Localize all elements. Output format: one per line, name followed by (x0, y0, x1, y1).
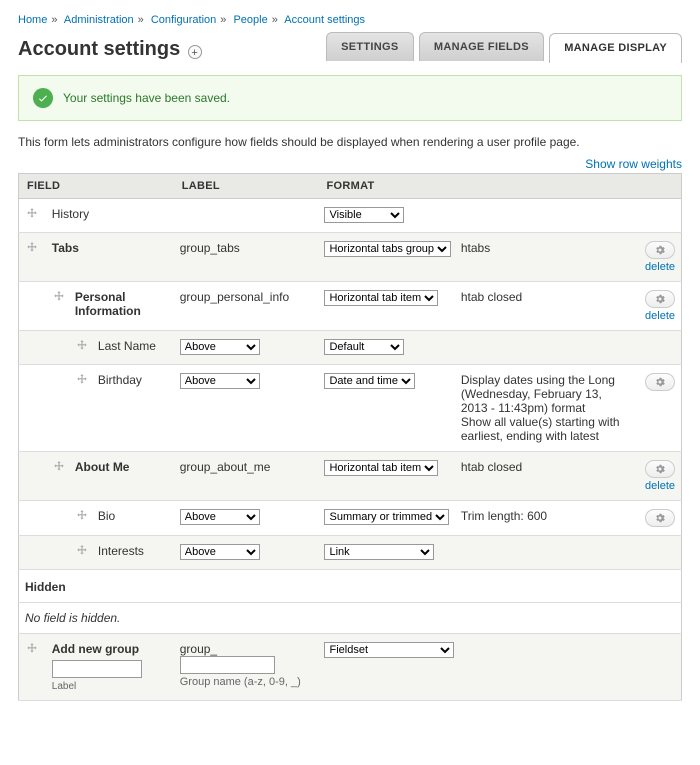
delete-link[interactable]: delete (639, 310, 675, 322)
format-summary: htab closed (455, 452, 633, 501)
breadcrumb-config[interactable]: Configuration (151, 14, 216, 26)
format-select-aboutme[interactable]: Horizontal tab item (324, 460, 438, 476)
col-field: FIELD (19, 174, 174, 199)
drag-handle-icon[interactable] (75, 373, 89, 387)
format-select-addgroup[interactable]: Fieldset (324, 642, 454, 658)
gear-icon (654, 463, 666, 475)
row-personal: Personal Information group_personal_info… (19, 282, 682, 331)
settings-button[interactable] (645, 290, 675, 308)
delete-link[interactable]: delete (639, 480, 675, 492)
breadcrumb-admin[interactable]: Administration (64, 14, 134, 26)
hidden-empty-row: No field is hidden. (19, 603, 682, 634)
drag-handle-icon[interactable] (25, 241, 39, 255)
drag-handle-icon[interactable] (75, 339, 89, 353)
drag-handle-icon[interactable] (52, 290, 66, 304)
check-icon (33, 88, 53, 108)
gear-icon (654, 293, 666, 305)
settings-button[interactable] (645, 241, 675, 259)
row-add-group: Add new group Label group_ Group name (a… (19, 634, 682, 701)
row-bio: Bio Above Summary or trimmed Trim length… (19, 501, 682, 536)
row-history: History Visible (19, 199, 682, 233)
gear-icon (654, 244, 666, 256)
breadcrumb-home[interactable]: Home (18, 14, 47, 26)
group-label: group_about_me (174, 452, 319, 501)
field-name: Tabs (46, 233, 174, 282)
format-select-history[interactable]: Visible (324, 207, 404, 223)
field-name: Bio (92, 501, 174, 536)
status-message-text: Your settings have been saved. (63, 91, 230, 105)
format-select-birthday[interactable]: Date and time (324, 373, 415, 389)
field-name: Last Name (92, 331, 174, 365)
add-group-label-input[interactable] (52, 660, 142, 678)
row-lastname: Last Name Above Default (19, 331, 682, 365)
format-summary: Display dates using the Long (Wednesday,… (455, 365, 633, 452)
format-select-interests[interactable]: Link (324, 544, 434, 560)
format-summary: htabs (455, 233, 633, 282)
group-label: group_personal_info (174, 282, 319, 331)
field-name: History (46, 199, 174, 233)
labelpos-select-birthday[interactable]: Above (180, 373, 260, 389)
format-select-tabs[interactable]: Horizontal tabs group (324, 241, 451, 257)
labelpos-select-lastname[interactable]: Above (180, 339, 260, 355)
row-tabs: Tabs group_tabs Horizontal tabs group ht… (19, 233, 682, 282)
format-select-personal[interactable]: Horizontal tab item (324, 290, 438, 306)
intro-text: This form lets administrators configure … (18, 135, 682, 149)
breadcrumb: Home» Administration» Configuration» Peo… (18, 10, 682, 34)
tab-manage-display[interactable]: MANAGE DISPLAY (549, 33, 682, 63)
page-title: Account settings (18, 38, 180, 61)
show-row-weights-link[interactable]: Show row weights (585, 157, 682, 171)
format-select-lastname[interactable]: Default (324, 339, 404, 355)
drag-handle-icon[interactable] (75, 509, 89, 523)
field-name: Interests (92, 536, 174, 570)
drag-handle-icon[interactable] (25, 642, 39, 656)
tabs: SETTINGS MANAGE FIELDS MANAGE DISPLAY (324, 32, 682, 62)
add-group-machine-input[interactable] (180, 656, 275, 674)
format-summary: Trim length: 600 (455, 501, 633, 536)
gear-icon (654, 376, 666, 388)
format-select-bio[interactable]: Summary or trimmed (324, 509, 449, 525)
labelpos-select-interests[interactable]: Above (180, 544, 260, 560)
row-birthday: Birthday Above Date and time Display dat… (19, 365, 682, 452)
group-prefix: group_ (180, 642, 217, 656)
field-name: Personal Information (69, 282, 174, 331)
row-interests: Interests Above Link (19, 536, 682, 570)
tab-settings[interactable]: SETTINGS (326, 32, 413, 61)
drag-handle-icon[interactable] (52, 460, 66, 474)
format-summary: htab closed (455, 282, 633, 331)
settings-button[interactable] (645, 373, 675, 391)
row-aboutme: About Me group_about_me Horizontal tab i… (19, 452, 682, 501)
field-display-table: FIELD LABEL FORMAT History Visible (18, 173, 682, 701)
col-label: LABEL (174, 174, 319, 199)
labelpos-select-bio[interactable]: Above (180, 509, 260, 525)
gear-icon (654, 512, 666, 524)
add-group-title: Add new group (52, 642, 168, 656)
delete-link[interactable]: delete (639, 261, 675, 273)
add-group-label-caption: Label (52, 681, 168, 692)
drag-handle-icon[interactable] (25, 207, 39, 221)
group-label: group_tabs (174, 233, 319, 282)
drag-handle-icon[interactable] (75, 544, 89, 558)
breadcrumb-people[interactable]: People (233, 14, 267, 26)
hidden-section: Hidden (19, 570, 682, 603)
settings-button[interactable] (645, 460, 675, 478)
field-name: Birthday (92, 365, 174, 452)
breadcrumb-account[interactable]: Account settings (284, 14, 365, 26)
col-format: FORMAT (318, 174, 681, 199)
group-hint: Group name (a-z, 0-9, _) (180, 676, 313, 688)
settings-button[interactable] (645, 509, 675, 527)
status-message: Your settings have been saved. (18, 75, 682, 121)
plus-icon[interactable]: + (188, 45, 202, 59)
field-name: About Me (69, 452, 174, 501)
tab-manage-fields[interactable]: MANAGE FIELDS (419, 32, 544, 61)
